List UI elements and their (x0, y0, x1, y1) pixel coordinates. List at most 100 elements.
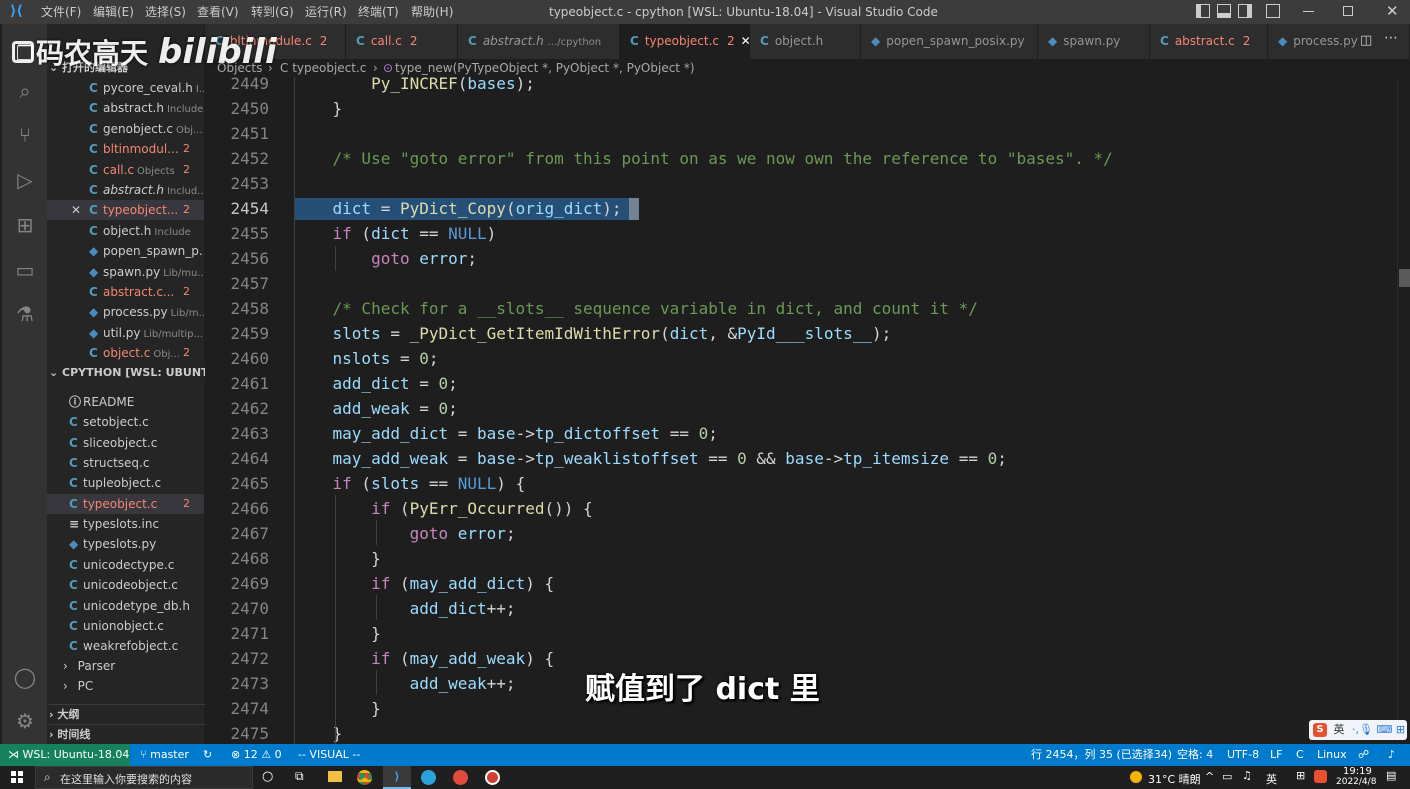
file-tree-item[interactable]: Ctupleobject.c (47, 473, 204, 493)
windows-start-icon[interactable] (11, 771, 23, 783)
code-line[interactable]: may_add_dict = base->tp_dictoffset == 0; (294, 421, 718, 446)
code-editor[interactable]: Py_INCREF(bases); } /* Use "goto error" … (275, 77, 1397, 744)
tray-chevron-icon[interactable]: ^ (1205, 770, 1214, 783)
code-line[interactable]: may_add_weak = base->tp_weaklistoffset =… (294, 446, 1007, 471)
cortana-icon[interactable]: ○ (262, 769, 273, 784)
code-line[interactable]: if (slots == NULL) { (294, 471, 526, 496)
code-line[interactable]: add_dict++; (294, 596, 516, 621)
open-editor-item[interactable]: Cabstract.h Include (47, 98, 204, 118)
code-line[interactable]: if (PyErr_Occurred()) { (294, 496, 593, 521)
telegram-icon[interactable] (421, 770, 436, 785)
clock-time[interactable]: 19:19 (1343, 766, 1372, 777)
app-icon[interactable] (453, 770, 468, 785)
menu-edit[interactable]: 编辑(E) (93, 0, 134, 24)
open-editor-item[interactable]: Ccall.c Objects 2 (47, 160, 204, 180)
file-tree-item[interactable]: ⓘ README (47, 392, 204, 412)
file-explorer-icon[interactable] (328, 771, 342, 782)
tab-object-h[interactable]: Cobject.h (750, 24, 861, 59)
menu-help[interactable]: 帮助(H) (411, 0, 453, 24)
tab-abstract-c[interactable]: Cabstract.c 2 (1150, 24, 1268, 59)
tab-typeobject-c[interactable]: Ctypeobject.c 2 ✕ (620, 24, 750, 59)
toggle-panel-icon[interactable] (1217, 4, 1231, 18)
open-editor-item[interactable]: Cabstract.c... 2 (47, 282, 204, 302)
file-tree-item[interactable]: Cunicodectype.c (47, 555, 204, 575)
maximize-icon[interactable] (1343, 6, 1353, 16)
remote-indicator[interactable]: ⋊ WSL: Ubuntu-18.04 (0, 744, 130, 766)
settings-gear-icon[interactable]: ⚙ (12, 708, 38, 734)
menu-terminal[interactable]: 终端(T) (358, 0, 399, 24)
code-line[interactable]: goto error; (294, 521, 516, 546)
scrollbar-thumb[interactable] (1399, 269, 1410, 287)
weather-text[interactable]: 31°C 晴朗 (1148, 771, 1201, 787)
code-line[interactable]: nslots = 0; (294, 346, 439, 371)
code-line[interactable]: } (294, 621, 381, 646)
extensions-icon[interactable]: ⊞ (12, 212, 38, 238)
file-tree-item[interactable]: Ctypeobject.c 2 (47, 493, 204, 514)
screen-record-icon[interactable] (485, 770, 500, 785)
file-tree-item[interactable]: Cunicodeobject.c (47, 575, 204, 595)
indentation[interactable]: 空格: 4 (1177, 744, 1213, 766)
code-line[interactable]: Py_INCREF(bases); (294, 77, 535, 96)
customize-layout-icon[interactable] (1266, 4, 1280, 18)
code-line[interactable]: add_weak++; (294, 671, 516, 696)
run-debug-icon[interactable]: ▷ (12, 167, 38, 193)
code-line[interactable]: } (294, 96, 343, 121)
problems-indicator[interactable]: ⊗ 12 ⚠ 0 (231, 744, 282, 766)
code-line[interactable]: if (may_add_weak) { (294, 646, 554, 671)
menu-view[interactable]: 查看(V) (197, 0, 239, 24)
menu-run[interactable]: 运行(R) (305, 0, 347, 24)
open-editor-item[interactable]: Cpycore_ceval.hI... (47, 78, 204, 98)
feedback-icon[interactable]: ☍ (1358, 744, 1369, 766)
breadcrumb-symbol[interactable]: type_new(PyTypeObject *, PyObject *, PyO… (395, 59, 695, 77)
ime-language[interactable]: 英 (1266, 771, 1277, 787)
open-editor-item[interactable]: ◆ spawn.py Lib/mu... (47, 262, 204, 282)
open-editor-item[interactable]: Cabstract.h Includ... (47, 180, 204, 200)
cursor-position[interactable]: 行 2454，列 35 (已选择34) (1031, 744, 1172, 766)
ime-floating-bar[interactable]: S 英 ·,🎙 ⌨ ⊞ (1309, 720, 1407, 740)
breadcrumb-file[interactable]: C typeobject.c (280, 59, 366, 77)
menu-file[interactable]: 文件(F) (41, 0, 81, 24)
accounts-icon[interactable]: ◯ (12, 664, 38, 690)
ime-icon[interactable]: ⊞ (1296, 769, 1305, 782)
search-icon[interactable]: ⌕ (12, 78, 38, 104)
tab-abstract-h[interactable]: Cabstract.h .../cpython (458, 24, 620, 59)
open-editor-item[interactable]: Cobject.h Include (47, 221, 204, 241)
menu-selection[interactable]: 选择(S) (145, 0, 186, 24)
file-tree-item[interactable]: Csliceobject.c (47, 433, 204, 453)
code-line[interactable]: /* Check for a __slots__ sequence variab… (294, 296, 978, 321)
vscode-taskbar-icon[interactable]: ⟩ (383, 766, 411, 789)
source-control-icon[interactable]: ⑂ (12, 122, 38, 148)
minimize-icon[interactable] (1303, 11, 1314, 12)
outline-header[interactable]: › 大纲 (49, 704, 206, 724)
tab-popen-spawn-posix-py[interactable]: ◆ popen_spawn_posix.py (861, 24, 1038, 59)
notification-center-icon[interactable]: ▤ (1386, 769, 1396, 782)
network-icon[interactable]: ▭ (1222, 770, 1232, 783)
editor-scrollbar[interactable] (1397, 77, 1410, 744)
code-line[interactable]: dict = PyDict_Copy(orig_dict); (294, 196, 622, 221)
file-tree-item[interactable]: Cunionobject.c (47, 616, 204, 636)
open-editor-item[interactable]: ◆ process.pyLib/m... (47, 302, 204, 322)
code-line[interactable]: /* Use "goto error" from this point on a… (294, 146, 1113, 171)
file-tree-item[interactable]: ◆ typeslots.py (47, 534, 204, 554)
close-tab-icon[interactable]: ✕ (741, 34, 749, 48)
file-tree-item[interactable]: Cweakrefobject.c (47, 636, 204, 656)
taskbar-search-box[interactable]: ⌕ 在这里输入你要搜索的内容 (35, 766, 253, 789)
file-tree-item[interactable]: Cunicodetype_db.h (47, 596, 204, 616)
tab-spawn-py[interactable]: ◆ spawn.py (1038, 24, 1150, 59)
end-of-line[interactable]: LF (1270, 744, 1282, 766)
branch-indicator[interactable]: ⑂ master (140, 744, 189, 766)
toggle-secondary-sidebar-icon[interactable] (1238, 4, 1252, 18)
file-tree-item[interactable]: Cstructseq.c (47, 453, 204, 473)
code-line[interactable]: if (dict == NULL) (294, 221, 497, 246)
menu-go[interactable]: 转到(G) (251, 0, 294, 24)
folder-parser[interactable]: › Parser (47, 656, 204, 676)
timeline-header[interactable]: › 时间线 (49, 724, 206, 744)
sync-icon[interactable]: ↻ (203, 744, 212, 766)
workspace-header[interactable]: ⌄ CPYTHON [WSL: UBUNTU-... (49, 363, 206, 383)
sogou-tray-icon[interactable] (1314, 770, 1327, 783)
platform[interactable]: Linux (1317, 744, 1347, 766)
encoding[interactable]: UTF-8 (1227, 744, 1259, 766)
open-editor-item[interactable]: Cbltinmodul... 2 (47, 139, 204, 159)
open-editor-item[interactable]: Cgenobject.c Obj... (47, 119, 204, 139)
open-editor-item[interactable]: ◆ util.py Lib/multip... (47, 323, 204, 343)
